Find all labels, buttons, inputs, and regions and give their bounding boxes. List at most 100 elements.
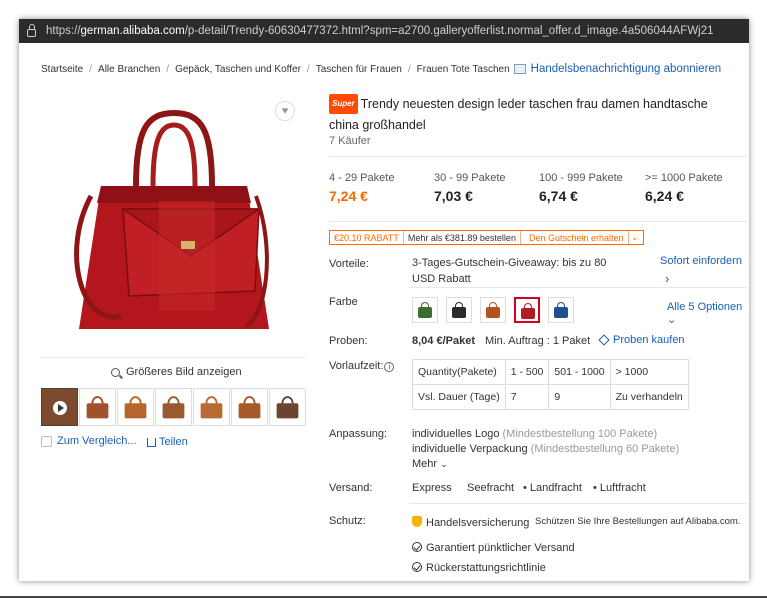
lead-time-table: Quantity(Pakete) 1 - 500 501 - 1000 > 10…	[412, 359, 689, 410]
table-row: Vsl. Dauer (Tage) 7 9 Zu verhandeln	[412, 384, 689, 410]
bag-icon	[486, 302, 500, 318]
thumbnail[interactable]	[117, 388, 154, 426]
compare-checkbox[interactable]: Zum Vergleich...	[41, 435, 136, 447]
color-swatch[interactable]	[412, 297, 438, 323]
trade-assurance-note: Schützen Sie Ihre Bestellungen auf Aliba…	[535, 516, 741, 527]
table-row: Quantity(Pakete) 1 - 500 501 - 1000 > 10…	[412, 359, 689, 385]
check-circle-icon	[412, 562, 422, 572]
chevron-right-icon[interactable]: ›	[665, 271, 669, 286]
customization-label: Anpassung:	[329, 428, 388, 440]
color-swatch[interactable]	[446, 297, 472, 323]
thumbnail[interactable]	[231, 388, 268, 426]
chevron-down-icon: ⌄	[440, 459, 448, 469]
url-path: /p-detail/Trendy-60630477372.html?spm=a2…	[184, 25, 714, 37]
table-cell: Quantity(Pakete)	[412, 359, 506, 385]
divider	[41, 357, 305, 358]
price-tier: 4 - 29 Pakete 7,24 €	[329, 172, 395, 204]
table-cell: Zu verhandeln	[609, 384, 689, 410]
color-swatch[interactable]	[514, 297, 540, 323]
subscribe-alerts-link[interactable]: Handelsbenachrichtigung abonnieren	[513, 63, 721, 75]
share-button[interactable]: Teilen	[147, 436, 188, 448]
protection-label: Schutz:	[329, 515, 366, 527]
shipping-method: • Luftfracht	[593, 482, 646, 494]
play-icon	[53, 401, 67, 415]
table-cell: 1 - 500	[504, 359, 550, 385]
shipping-label: Versand:	[329, 482, 373, 494]
shipping-method: • Landfracht	[523, 482, 582, 494]
sample-min-order: Min. Auftrag : 1 Paket	[485, 335, 591, 347]
buy-samples-link[interactable]: Proben kaufen	[598, 334, 685, 346]
samples-label: Proben:	[329, 335, 368, 347]
super-badge: Super	[329, 94, 358, 114]
divider	[329, 221, 747, 222]
divider	[329, 156, 747, 157]
breadcrumb-item[interactable]: Frauen Tote Taschen	[417, 64, 510, 75]
coupon-condition: Mehr als €381.89 bestellen	[404, 231, 521, 244]
bag-thumbnail-icon	[276, 396, 299, 419]
thumbnail[interactable]	[79, 388, 116, 426]
protection-item: Garantiert pünktlicher Versand	[412, 541, 575, 554]
trade-assurance[interactable]: Handelsversicherung	[412, 515, 529, 529]
enlarge-image-label: Größeres Bild anzeigen	[126, 366, 242, 378]
share-icon	[147, 437, 156, 447]
price-tier: 30 - 99 Pakete 7,03 €	[434, 172, 506, 204]
favorite-heart-icon[interactable]: ♥	[275, 101, 295, 121]
info-icon[interactable]: i	[384, 362, 395, 372]
thumbnail-video[interactable]	[41, 388, 78, 426]
breadcrumb-item[interactable]: Alle Branchen	[98, 64, 160, 75]
table-cell: > 1000	[609, 359, 689, 385]
breadcrumb-item[interactable]: Gepäck, Taschen und Koffer	[175, 64, 301, 75]
lead-time-label: Vorlaufzeit: i	[329, 360, 395, 372]
breadcrumb-item[interactable]: Taschen für Frauen	[316, 64, 402, 75]
address-bar[interactable]: https://german.alibaba.com/p-detail/Tren…	[19, 19, 749, 43]
box-icon	[598, 334, 610, 346]
divider	[409, 503, 747, 504]
color-swatch[interactable]	[548, 297, 574, 323]
color-swatch[interactable]	[480, 297, 506, 323]
bag-thumbnail-icon	[200, 396, 223, 419]
bag-thumbnail-icon	[238, 396, 261, 419]
product-title: Super Trendy neuesten design leder tasche…	[329, 94, 739, 134]
table-cell: 7	[504, 384, 550, 410]
product-main-image[interactable]	[41, 91, 307, 356]
enlarge-image-button[interactable]: Größeres Bild anzeigen	[111, 366, 242, 378]
bag-icon	[418, 302, 432, 318]
table-cell: Vsl. Dauer (Tage)	[412, 384, 506, 410]
browser-window: https://german.alibaba.com/p-detail/Tren…	[19, 19, 749, 581]
check-circle-icon	[412, 542, 422, 552]
coupon-bar[interactable]: €20.10 RABATT Mehr als €381.89 bestellen…	[329, 230, 644, 245]
product-title-text: Trendy neuesten design leder taschen fra…	[329, 97, 708, 132]
thumbnail-strip	[41, 388, 306, 426]
bag-icon	[554, 302, 568, 318]
more-button[interactable]: Mehr ⌄	[412, 458, 448, 470]
benefits-label: Vorteile:	[329, 258, 369, 270]
shield-icon	[412, 516, 422, 527]
url-host: german.alibaba.com	[80, 25, 185, 37]
divider	[409, 287, 747, 288]
bag-thumbnail-icon	[86, 396, 109, 419]
shipping-method: Seefracht	[467, 482, 515, 494]
customization-item: individuelle Verpackung (Mindestbestellu…	[412, 443, 680, 455]
breadcrumb-item[interactable]: Startseite	[41, 64, 83, 75]
price-tier: >= 1000 Pakete 6,24 €	[645, 172, 723, 204]
sample-price: 8,04 €/Paket	[412, 335, 475, 347]
thumbnail[interactable]	[155, 388, 192, 426]
table-cell: 501 - 1000	[548, 359, 611, 385]
thumbnail[interactable]	[269, 388, 306, 426]
search-icon	[111, 367, 120, 377]
protection-item: Rückerstattungsrichtlinie	[412, 561, 546, 574]
benefits-text: 3-Tages-Gutschein-Giveaway: bis zu 80 US…	[412, 257, 607, 285]
breadcrumb: Startseite / Alle Branchen / Gepäck, Tasch…	[41, 63, 722, 75]
bag-thumbnail-icon	[162, 396, 185, 419]
bag-icon	[452, 302, 466, 318]
bag-thumbnail-icon	[124, 396, 147, 419]
claim-now-link[interactable]: Sofort einfordern	[660, 255, 742, 267]
bag-icon	[521, 303, 535, 319]
thumbnail[interactable]	[193, 388, 230, 426]
mail-icon	[513, 64, 526, 74]
url-prefix: https://	[46, 25, 81, 37]
color-label: Farbe	[329, 296, 358, 308]
get-coupon-link[interactable]: Den Gutschein erhalten ⌄	[521, 231, 643, 244]
all-options-link[interactable]: Alle 5 Optionen ⌄	[667, 301, 749, 326]
coupon-amount: €20.10 RABATT	[330, 231, 404, 244]
